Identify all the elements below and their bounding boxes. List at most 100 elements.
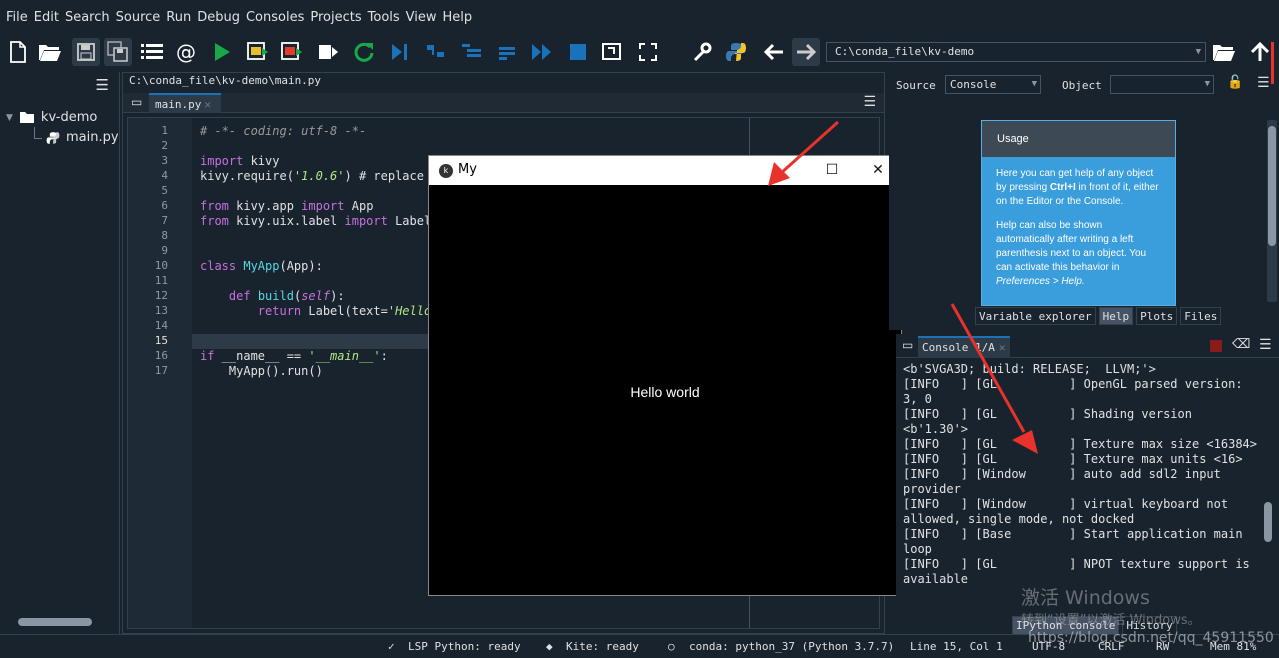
- menu-debug[interactable]: Debug: [194, 10, 243, 25]
- menu-file[interactable]: File: [3, 10, 31, 25]
- code-line: import kivy: [200, 154, 280, 168]
- editor-options-menu-icon[interactable]: ☰: [863, 94, 876, 110]
- console-line: allowed, single mode, not docked: [903, 512, 1135, 526]
- console-options-menu-icon[interactable]: ☰: [1259, 337, 1272, 353]
- maximize-pane-icon[interactable]: [598, 38, 626, 66]
- tree-file-main-py[interactable]: main.py: [46, 130, 119, 145]
- menu-view[interactable]: View: [403, 10, 440, 25]
- at-icon[interactable]: @: [172, 38, 200, 66]
- expand-arrow-icon[interactable]: ▼: [6, 113, 13, 123]
- new-file-icon[interactable]: [4, 38, 32, 66]
- working-directory-combo[interactable]: C:\conda_file\kv-demo ▼: [826, 42, 1206, 62]
- python-path-icon[interactable]: [722, 38, 750, 66]
- debug-icon[interactable]: [386, 38, 414, 66]
- console-line: [INFO ] [Window ] virtual keyboard not: [903, 497, 1229, 511]
- menu-source[interactable]: Source: [113, 10, 164, 25]
- menu-tools[interactable]: Tools: [365, 10, 403, 25]
- lock-icon[interactable]: 🔓: [1227, 75, 1243, 90]
- close-tab-icon[interactable]: ✕: [204, 98, 211, 111]
- step-into-icon[interactable]: [458, 38, 486, 66]
- run-icon[interactable]: [208, 38, 236, 66]
- usage-paragraph-2: Help can also be shown automatically aft…: [996, 220, 1147, 287]
- list-icon[interactable]: [138, 38, 166, 66]
- continue-icon[interactable]: [528, 38, 556, 66]
- chevron-down-icon: ▼: [1204, 79, 1210, 89]
- save-icon[interactable]: [72, 38, 100, 66]
- code-line: return Label(text='Hello: [257, 304, 432, 318]
- tree-folder-kv-demo[interactable]: ▼ kv-demo: [6, 110, 97, 125]
- tab-plots[interactable]: Plots: [1136, 307, 1178, 325]
- console-line: [INFO ] [Window ] auto add sdl2 input: [903, 467, 1221, 481]
- source-label: Source: [896, 79, 936, 92]
- line-number: 14: [154, 319, 168, 332]
- forward-arrow-icon[interactable]: [792, 38, 820, 66]
- run-cell-advance-icon[interactable]: [278, 38, 306, 66]
- hello-world-label: Hello world: [630, 384, 700, 400]
- line-number: 10: [154, 259, 168, 272]
- run-selection-icon[interactable]: [314, 38, 342, 66]
- tab-label: main.py: [155, 98, 202, 111]
- back-arrow-icon[interactable]: [760, 38, 788, 66]
- menu-help[interactable]: Help: [440, 10, 476, 25]
- red-annotation-arrow: [950, 303, 1038, 454]
- stop-icon[interactable]: [564, 38, 592, 66]
- line-number: 17: [154, 364, 168, 377]
- menu-bar: File Edit Search Source Run Debug Consol…: [0, 0, 1279, 34]
- code-line: # -*- coding: utf-8 -*-: [200, 124, 367, 138]
- kivy-app-window[interactable]: k My ☐ ✕ Hello world: [428, 155, 902, 596]
- menu-run[interactable]: Run: [163, 10, 194, 25]
- fullscreen-icon[interactable]: [634, 38, 662, 66]
- save-all-icon[interactable]: [104, 38, 132, 66]
- menu-consoles[interactable]: Consoles: [243, 10, 307, 25]
- usage-title: Usage: [982, 121, 1175, 157]
- tab-main-py[interactable]: main.py ✕: [149, 93, 221, 113]
- menu-projects[interactable]: Projects: [307, 10, 364, 25]
- editor-file-path: C:\conda_file\kv-demo\main.py: [129, 74, 322, 87]
- parent-dir-up-icon[interactable]: [1246, 38, 1274, 66]
- preferences-wrench-icon[interactable]: [688, 38, 716, 66]
- line-number: 12: [154, 289, 168, 302]
- python-file-icon: [46, 131, 60, 144]
- tab-files[interactable]: Files: [1180, 307, 1222, 325]
- tab-help[interactable]: Help: [1098, 307, 1134, 325]
- lsp-status[interactable]: LSP Python: ready: [408, 640, 521, 653]
- usage-paragraph-1: Here you can get help of any object by p…: [996, 168, 1159, 207]
- tree-file-label: main.py: [66, 130, 119, 145]
- activate-windows-watermark: 激活 Windows: [1021, 587, 1150, 609]
- chevron-down-icon: ▼: [1031, 79, 1037, 89]
- rerun-icon[interactable]: [350, 38, 378, 66]
- step-icon[interactable]: [422, 38, 450, 66]
- line-number: 5: [161, 184, 168, 197]
- interrupt-kernel-icon[interactable]: [1210, 340, 1222, 352]
- panel-options-menu-icon[interactable]: ☰: [96, 76, 109, 94]
- object-combo[interactable]: ▼: [1110, 75, 1214, 94]
- console-scrollbar[interactable]: [1263, 360, 1273, 600]
- activate-windows-hint: 转到“设置”以激活 Windows。: [1021, 613, 1201, 628]
- source-combo[interactable]: Console ▼: [945, 75, 1041, 94]
- code-line: from kivy.uix.label import Label: [200, 214, 432, 228]
- browse-folder-icon[interactable]: [1210, 38, 1238, 66]
- open-folder-icon[interactable]: [36, 38, 64, 66]
- line-number: 4: [161, 169, 168, 182]
- scrollbar-thumb[interactable]: [1264, 502, 1272, 542]
- conda-env-status[interactable]: conda: python_37 (Python 3.7.7): [689, 640, 894, 653]
- code-line: MyApp().run(): [200, 364, 323, 378]
- menu-search[interactable]: Search: [62, 10, 113, 25]
- run-cell-icon[interactable]: [244, 38, 272, 66]
- code-line: if __name__ == '__main__':: [200, 349, 388, 363]
- menu-edit[interactable]: Edit: [31, 10, 62, 25]
- line-number: 16: [154, 349, 168, 362]
- scrollbar-thumb[interactable]: [1268, 126, 1276, 246]
- help-scrollbar[interactable]: [1267, 120, 1277, 302]
- clear-console-eraser-icon[interactable]: ⌫: [1232, 337, 1250, 352]
- usage-card: Usage Here you can get help of any objec…: [981, 120, 1176, 306]
- browse-tabs-icon[interactable]: ▭: [902, 338, 913, 352]
- line-number-gutter: 1 2 3 4 5 6 7 8 9 10 11 12 13 14 15 16 17: [128, 118, 192, 628]
- help-options-menu-icon[interactable]: ☰: [1257, 75, 1270, 91]
- code-line: kivy.require('1.0.6') # replace w: [200, 169, 439, 183]
- horizontal-scrollbar[interactable]: [18, 618, 92, 626]
- step-return-icon[interactable]: [494, 38, 522, 66]
- kite-status[interactable]: Kite: ready: [566, 640, 639, 653]
- line-number: 8: [161, 229, 168, 242]
- browse-tabs-icon[interactable]: ▭: [131, 95, 142, 109]
